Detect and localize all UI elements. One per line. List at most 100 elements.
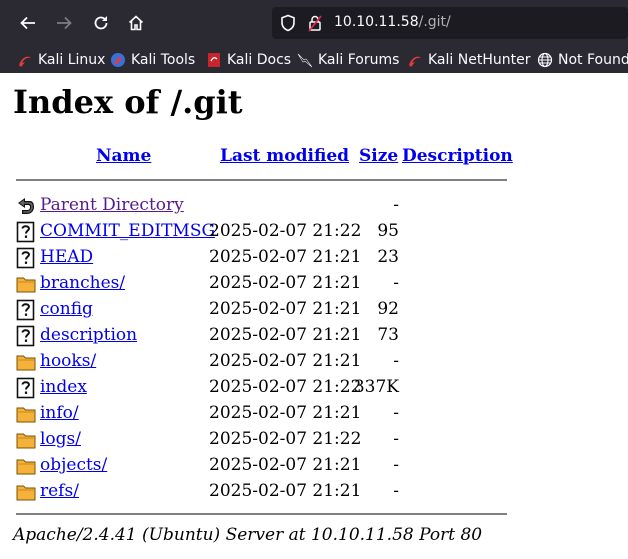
bookmark-kali-nethunter[interactable]: Kali NetHunter bbox=[407, 50, 530, 70]
entry-link[interactable]: hooks/ bbox=[40, 351, 96, 371]
entry-last-modified: 2025-02-07 21:21 bbox=[209, 351, 362, 371]
reload-icon bbox=[94, 16, 108, 30]
bookmark-not-found[interactable]: Not Found bbox=[537, 50, 628, 70]
home-icon bbox=[128, 15, 144, 31]
entry-link[interactable]: refs/ bbox=[40, 481, 79, 501]
entry-link[interactable]: Parent Directory bbox=[40, 195, 184, 215]
arrow-left-icon bbox=[20, 16, 35, 30]
address-bar[interactable]: 10.10.11.58/.git/ bbox=[272, 7, 628, 39]
unknown-file-icon bbox=[16, 325, 36, 347]
sort-by-last-modified-link[interactable]: Last modified bbox=[220, 146, 349, 166]
bookmark-kali-linux[interactable]: Kali Linux bbox=[17, 50, 105, 70]
entry-link[interactable]: config bbox=[40, 299, 93, 319]
page-title: Index of /.git bbox=[13, 83, 243, 121]
entry-size: 23 bbox=[377, 247, 399, 267]
unknown-file-icon bbox=[16, 221, 36, 243]
folder-icon bbox=[16, 429, 36, 451]
entry-size: 92 bbox=[377, 299, 399, 319]
bookmark-kali-docs[interactable]: Kali Docs bbox=[206, 50, 291, 70]
table-row: logs/2025-02-07 21:22 - bbox=[0, 427, 628, 453]
sort-by-description-link[interactable]: Description bbox=[402, 146, 513, 166]
table-row: Parent Directory - bbox=[0, 193, 628, 219]
entry-last-modified: 2025-02-07 21:21 bbox=[209, 273, 362, 293]
insecure-lock-icon[interactable] bbox=[308, 14, 322, 32]
entry-last-modified: 2025-02-07 21:21 bbox=[209, 455, 362, 475]
header-divider bbox=[16, 179, 507, 181]
back-icon bbox=[16, 195, 36, 217]
entry-size: 95 bbox=[377, 221, 399, 241]
entry-link[interactable]: index bbox=[40, 377, 87, 397]
entry-link[interactable]: logs/ bbox=[40, 429, 81, 449]
table-row: HEAD 2025-02-07 21:21 23 bbox=[0, 245, 628, 271]
table-row: info/2025-02-07 21:21 - bbox=[0, 401, 628, 427]
entry-last-modified: 2025-02-07 21:22 bbox=[209, 377, 362, 397]
table-row: config 2025-02-07 21:21 92 bbox=[0, 297, 628, 323]
entry-last-modified: 2025-02-07 21:22 bbox=[209, 429, 362, 449]
folder-icon bbox=[16, 455, 36, 477]
sort-by-size-link[interactable]: Size bbox=[359, 146, 398, 166]
entry-last-modified: 2025-02-07 21:22 bbox=[209, 221, 362, 241]
forward-button[interactable] bbox=[49, 8, 79, 38]
entry-last-modified: 2025-02-07 21:21 bbox=[209, 325, 362, 345]
url-host: 10.10.11.58 bbox=[334, 14, 419, 30]
table-row: index 2025-02-07 21:22 337K bbox=[0, 375, 628, 401]
entry-last-modified: 2025-02-07 21:21 bbox=[209, 403, 362, 423]
unknown-file-icon bbox=[16, 299, 36, 321]
entry-size: - bbox=[393, 455, 399, 475]
folder-icon bbox=[16, 481, 36, 503]
entry-link[interactable]: COMMIT_EDITMSG bbox=[40, 221, 215, 241]
server-signature: Apache/2.4.41 (Ubuntu) Server at 10.10.1… bbox=[13, 525, 483, 545]
table-row: refs/2025-02-07 21:21 - bbox=[0, 479, 628, 505]
folder-icon bbox=[16, 351, 36, 373]
entry-size: - bbox=[393, 273, 399, 293]
shield-icon[interactable] bbox=[280, 14, 296, 32]
unknown-file-icon bbox=[16, 247, 36, 269]
bookmark-label: Kali Docs bbox=[227, 52, 292, 68]
entry-size: - bbox=[393, 403, 399, 423]
entry-size: - bbox=[393, 195, 399, 215]
entry-link[interactable]: branches/ bbox=[40, 273, 125, 293]
bookmarks-bar: Kali Linux Kali Tools Kali Docs Kali For… bbox=[0, 46, 628, 73]
table-row: objects/2025-02-07 21:21 - bbox=[0, 453, 628, 479]
kali-forums-icon bbox=[297, 53, 313, 68]
kali-dragon-icon bbox=[19, 56, 31, 67]
entry-link[interactable]: objects/ bbox=[40, 455, 107, 475]
bookmark-label: Kali Forums bbox=[318, 52, 400, 68]
entry-last-modified: 2025-02-07 21:21 bbox=[209, 299, 362, 319]
table-row: COMMIT_EDITMSG 2025-02-07 21:22 95 bbox=[0, 219, 628, 245]
entry-last-modified: 2025-02-07 21:21 bbox=[209, 481, 362, 501]
bookmark-kali-forums[interactable]: Kali Forums bbox=[297, 50, 399, 70]
entry-size: 337K bbox=[353, 377, 399, 397]
entry-size: - bbox=[393, 481, 399, 501]
sort-by-name-link[interactable]: Name bbox=[96, 146, 151, 166]
unknown-file-icon bbox=[16, 377, 36, 399]
footer-divider bbox=[16, 513, 507, 515]
entry-last-modified: 2025-02-07 21:21 bbox=[209, 247, 362, 267]
bookmark-label: Not Found bbox=[558, 52, 628, 68]
globe-icon bbox=[537, 52, 553, 68]
arrow-right-icon bbox=[57, 16, 72, 30]
folder-icon bbox=[16, 273, 36, 295]
kali-nethunter-icon bbox=[409, 56, 421, 67]
bookmark-label: Kali Tools bbox=[131, 52, 196, 68]
entry-size: - bbox=[393, 429, 399, 449]
entry-link[interactable]: HEAD bbox=[40, 247, 93, 267]
url-path: /.git/ bbox=[418, 14, 451, 30]
table-row: branches/2025-02-07 21:21 - bbox=[0, 271, 628, 297]
kali-docs-icon bbox=[208, 53, 220, 67]
table-row: hooks/2025-02-07 21:21 - bbox=[0, 349, 628, 375]
entry-size: 73 bbox=[377, 325, 399, 345]
url-text: 10.10.11.58/.git/ bbox=[334, 14, 451, 30]
table-row: description 2025-02-07 21:21 73 bbox=[0, 323, 628, 349]
browser-toolbar: 10.10.11.58/.git/ bbox=[0, 0, 628, 46]
bookmark-kali-tools[interactable]: Kali Tools bbox=[110, 50, 195, 70]
bookmark-label: Kali Linux bbox=[38, 52, 106, 68]
home-button[interactable] bbox=[121, 8, 151, 38]
entry-link[interactable]: info/ bbox=[40, 403, 79, 423]
back-button[interactable] bbox=[13, 8, 43, 38]
bookmark-label: Kali NetHunter bbox=[428, 52, 531, 68]
folder-icon bbox=[16, 403, 36, 425]
entry-link[interactable]: description bbox=[40, 325, 137, 345]
reload-button[interactable] bbox=[86, 8, 116, 38]
entry-size: - bbox=[393, 351, 399, 371]
